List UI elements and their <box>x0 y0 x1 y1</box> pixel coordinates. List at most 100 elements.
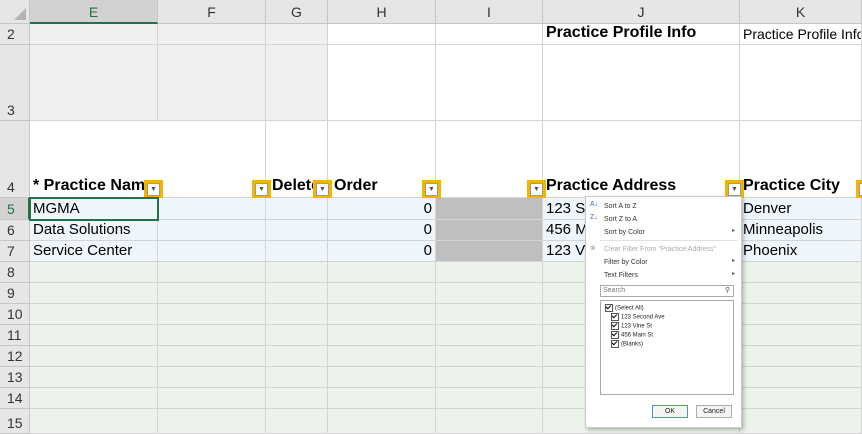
cell-i11[interactable] <box>436 325 543 346</box>
menu-sort-z-to-a[interactable]: Sort Z to A <box>604 214 637 225</box>
cell-i13[interactable] <box>436 367 543 388</box>
cell-i7[interactable] <box>436 241 543 262</box>
cell-f5[interactable] <box>158 198 266 220</box>
cell-k7[interactable]: Phoenix <box>740 241 862 262</box>
row-header-15[interactable]: 15 <box>0 409 30 434</box>
cell-i8[interactable] <box>436 262 543 283</box>
header-practice-name[interactable]: * Practice Name <box>30 121 158 198</box>
column-header-g[interactable]: G <box>266 0 328 24</box>
cell-e14[interactable] <box>30 388 158 409</box>
cell-f14[interactable] <box>158 388 266 409</box>
row-header-11[interactable]: 11 <box>0 325 30 346</box>
filter-dropdown-icon-g[interactable]: ▼ <box>313 180 332 199</box>
filter-dropdown-icon-h[interactable]: ▼ <box>422 180 441 199</box>
filter-dropdown-icon-e[interactable]: ▼ <box>144 180 163 199</box>
cell-f12[interactable] <box>158 346 266 367</box>
menu-sort-a-to-z[interactable]: Sort A to Z <box>604 201 637 212</box>
cell-e7[interactable]: Service Center <box>30 241 158 262</box>
menu-text-filters[interactable]: Text Filters <box>604 270 638 281</box>
row-header-8[interactable]: 8 <box>0 262 30 283</box>
cell-k13[interactable] <box>740 367 862 388</box>
row-header-12[interactable]: 12 <box>0 346 30 367</box>
cell-k2[interactable]: Practice Profile Info <box>740 24 862 45</box>
cell-h9[interactable] <box>328 283 436 304</box>
filter-search-input[interactable]: Search ⚲ <box>600 285 734 297</box>
filter-value-select-all[interactable]: (Select All) <box>605 304 644 313</box>
cell-i3[interactable] <box>436 45 543 121</box>
cell-e11[interactable] <box>30 325 158 346</box>
cell-g5[interactable] <box>266 198 328 220</box>
cell-h8[interactable] <box>328 262 436 283</box>
filter-value-item[interactable]: (Blanks) <box>611 340 643 349</box>
cell-g6[interactable] <box>266 220 328 241</box>
cell-e2[interactable] <box>30 24 158 45</box>
select-all-corner[interactable] <box>0 0 30 24</box>
cell-g9[interactable] <box>266 283 328 304</box>
column-header-h[interactable]: H <box>328 0 436 24</box>
cell-g11[interactable] <box>266 325 328 346</box>
cell-k6[interactable]: Minneapolis <box>740 220 862 241</box>
cell-k15[interactable] <box>740 409 862 434</box>
cell-k12[interactable] <box>740 346 862 367</box>
cell-h2[interactable] <box>328 24 436 45</box>
cell-k8[interactable] <box>740 262 862 283</box>
checkbox-checked-icon[interactable] <box>605 304 613 312</box>
cell-g12[interactable] <box>266 346 328 367</box>
cell-e12[interactable] <box>30 346 158 367</box>
cell-e15[interactable] <box>30 409 158 434</box>
cell-f8[interactable] <box>158 262 266 283</box>
cell-i12[interactable] <box>436 346 543 367</box>
cell-f9[interactable] <box>158 283 266 304</box>
row-header-4[interactable]: 4 <box>0 121 30 198</box>
cell-k5[interactable]: Denver <box>740 198 862 220</box>
row-header-14[interactable]: 14 <box>0 388 30 409</box>
cell-i15[interactable] <box>436 409 543 434</box>
cell-h15[interactable] <box>328 409 436 434</box>
cell-f11[interactable] <box>158 325 266 346</box>
cell-i4[interactable] <box>436 121 543 198</box>
cell-h5[interactable]: 0 <box>328 198 436 220</box>
checkbox-checked-icon[interactable] <box>611 331 619 339</box>
filter-value-item[interactable]: 123 Second Ave <box>611 313 665 322</box>
cell-g8[interactable] <box>266 262 328 283</box>
cell-e6[interactable]: Data Solutions <box>30 220 158 241</box>
cell-i5[interactable] <box>436 198 543 220</box>
cell-h7[interactable]: 0 <box>328 241 436 262</box>
cell-g2[interactable] <box>266 24 328 45</box>
cell-f13[interactable] <box>158 367 266 388</box>
row-header-3[interactable]: 3 <box>0 45 30 121</box>
header-order[interactable]: Order <box>328 121 436 198</box>
cell-h12[interactable] <box>328 346 436 367</box>
cell-h3[interactable] <box>328 45 436 121</box>
cell-i14[interactable] <box>436 388 543 409</box>
checkbox-checked-icon[interactable] <box>611 313 619 321</box>
cell-i9[interactable] <box>436 283 543 304</box>
row-header-10[interactable]: 10 <box>0 304 30 325</box>
row-header-5[interactable]: 5 <box>0 198 30 220</box>
filter-value-item[interactable]: 456 Main St <box>611 331 653 340</box>
cell-g13[interactable] <box>266 367 328 388</box>
cell-j3[interactable] <box>543 45 740 121</box>
cell-f7[interactable] <box>158 241 266 262</box>
filter-dropdown-icon-f[interactable]: ▼ <box>252 180 271 199</box>
cell-e13[interactable] <box>30 367 158 388</box>
cell-f6[interactable] <box>158 220 266 241</box>
column-header-f[interactable]: F <box>158 0 266 24</box>
cell-f2[interactable] <box>158 24 266 45</box>
cell-i2[interactable] <box>436 24 543 45</box>
cell-e8[interactable] <box>30 262 158 283</box>
cell-k10[interactable] <box>740 304 862 325</box>
filter-dropdown-icon-j[interactable]: ▼ <box>725 180 744 199</box>
cell-k14[interactable] <box>740 388 862 409</box>
cell-f15[interactable] <box>158 409 266 434</box>
cell-g15[interactable] <box>266 409 328 434</box>
menu-sort-by-color[interactable]: Sort by Color <box>604 227 645 238</box>
filter-value-item[interactable]: 123 Vine St <box>611 322 652 331</box>
cell-g3[interactable] <box>266 45 328 121</box>
filter-dropdown-icon-i[interactable]: ▼ <box>527 180 546 199</box>
cell-e9[interactable] <box>30 283 158 304</box>
row-header-13[interactable]: 13 <box>0 367 30 388</box>
cell-k11[interactable] <box>740 325 862 346</box>
checkbox-checked-icon[interactable] <box>611 322 619 330</box>
cell-f10[interactable] <box>158 304 266 325</box>
